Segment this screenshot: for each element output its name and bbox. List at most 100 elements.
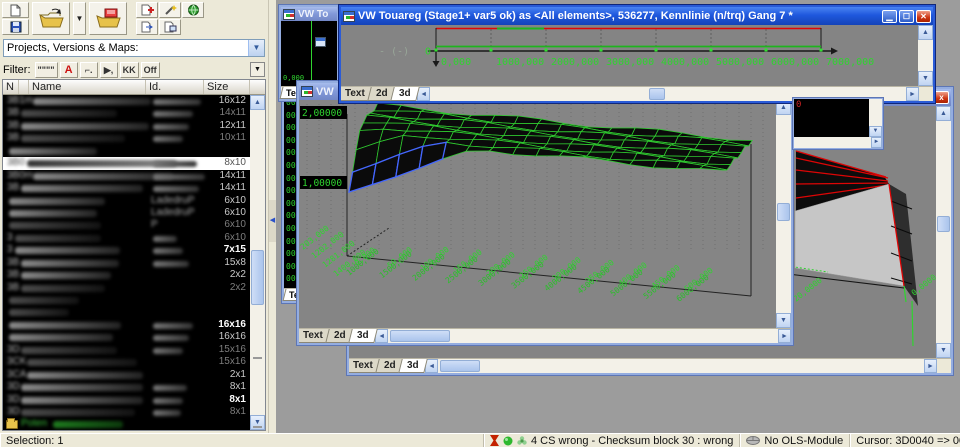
list-item[interactable]: 3D 15x16 (3, 344, 250, 356)
list-item[interactable] (3, 294, 250, 306)
open-dropdown-button[interactable]: ▼ (73, 2, 86, 35)
column-header-id[interactable]: Id. (146, 80, 204, 94)
list-item[interactable]: 3B 2x2 (3, 282, 250, 294)
tab-3d[interactable]: 3d (397, 359, 427, 373)
map-2d-view[interactable]: 0,000 (281, 21, 337, 86)
list-item[interactable]: 3B 12x11 (3, 120, 250, 132)
list-item[interactable]: 3D 8x1 (3, 406, 250, 418)
blurred-text (27, 359, 137, 367)
window-map-small[interactable]: 0 ▼ ► (792, 97, 884, 150)
list-item[interactable]: P 6x10 (3, 219, 250, 231)
filter-flag-button[interactable]: ▶, (99, 61, 118, 78)
tab-3d[interactable]: 3d (347, 329, 377, 343)
edit-map-button[interactable] (159, 19, 181, 35)
list-scroll-track[interactable] (250, 110, 265, 428)
tab-3d[interactable]: 3d (389, 87, 419, 101)
collapse-panel-arrow[interactable]: ◀ (269, 200, 276, 242)
window-map-3d-main[interactable]: VW 203,000 1202,000 1281,000 1400,000 0,000 5… (296, 80, 794, 346)
scroll-left-icon[interactable]: ◄ (417, 87, 431, 101)
window-kennlinie-active[interactable]: VW Touareg (Stage1+ var5 ok) as <All ele… (338, 4, 936, 104)
v-scrollbar[interactable]: ▲ ▼ (776, 100, 791, 328)
list-item[interactable]: 3D 8x1 (3, 381, 250, 393)
scroll-thumb[interactable] (777, 203, 790, 221)
list-item[interactable] (3, 306, 250, 318)
list-item[interactable]: Poten (3, 418, 250, 430)
column-header-sort[interactable] (19, 80, 29, 94)
list-item[interactable]: 3CA 2x1 (3, 369, 250, 381)
map-small-view[interactable]: 0 (794, 99, 869, 137)
list-item[interactable]: LadedruP 6x10 (3, 195, 250, 207)
maps-list-scrollbar[interactable]: ▲ ▼ (250, 95, 265, 430)
column-header-size[interactable]: Size (204, 80, 250, 94)
window-titlebar[interactable]: VW Touareg (Stage1+ var5 ok) as <All ele… (341, 7, 933, 25)
save-button[interactable] (2, 19, 29, 35)
minimize-icon[interactable]: ▁ (882, 9, 897, 23)
close-icon[interactable]: x (934, 91, 949, 104)
map-3d-view-main[interactable]: 203,000 1202,000 1281,000 1400,000 0,000 50,0… (299, 100, 776, 328)
column-header-name[interactable]: Name (29, 80, 146, 94)
kennlinie-2d-view[interactable]: 0,000 1000,000 2000,000 3000,000 4000,000 500… (341, 25, 918, 86)
h-scroll-track[interactable] (438, 359, 924, 373)
list-item[interactable]: 3B1m 16x12 (3, 95, 250, 107)
list-item[interactable]: 3D 8x1 (3, 394, 250, 406)
scroll-left-icon[interactable]: ◄ (425, 359, 439, 373)
add-version-button[interactable] (136, 2, 158, 18)
close-icon[interactable]: ✕ (916, 9, 931, 23)
scroll-right-icon[interactable]: ► (871, 137, 882, 148)
internet-button[interactable] (182, 2, 204, 18)
list-scroll-thumb[interactable] (251, 250, 264, 305)
list-item[interactable] (3, 145, 250, 157)
scroll-up-icon[interactable]: ▲ (250, 95, 265, 110)
scroll-right-icon[interactable]: ► (924, 359, 937, 373)
list-item[interactable]: LadedruP 6x10 (3, 207, 250, 219)
list-item[interactable]: 3 6x10 (3, 232, 250, 244)
map-wizard-button[interactable] (159, 2, 181, 18)
filter-kk-button[interactable]: KK (119, 61, 139, 78)
window-titlebar[interactable]: VW To (281, 7, 337, 21)
filter-selection-button[interactable]: ⌐. (79, 61, 98, 78)
list-item[interactable]: 3B 15x8 (3, 257, 250, 269)
maps-list-body[interactable]: 3B1m 16x12 3B 14x11 3B 12x11 3B 10x11 3B0 8x10 3B0… (3, 95, 250, 430)
scroll-down-icon[interactable]: ▼ (869, 126, 882, 137)
list-item[interactable]: 3CK 15x16 (3, 356, 250, 368)
open-project-button[interactable] (32, 2, 70, 35)
import-file-button[interactable] (89, 2, 127, 35)
panel-splitter[interactable]: ◀ (268, 0, 276, 433)
v-scrollbar[interactable]: ▲ ▼ (918, 25, 933, 86)
h-scrollbar[interactable]: ► (794, 137, 882, 148)
scroll-thumb[interactable] (937, 216, 950, 232)
combo-dropdown-icon[interactable]: ▼ (248, 40, 264, 56)
scroll-right-icon[interactable]: ► (906, 87, 919, 101)
list-item[interactable]: 3B 2x2 (3, 269, 250, 281)
h-scroll-thumb[interactable] (390, 330, 451, 342)
scroll-up-icon[interactable]: ▲ (936, 106, 951, 121)
h-scroll-thumb[interactable] (440, 360, 481, 372)
h-scroll-track[interactable] (388, 329, 778, 343)
list-item[interactable]: 3B 10x11 (3, 132, 250, 144)
view-selector-combo[interactable]: Projects, Versions & Maps: ▼ (3, 39, 265, 57)
scroll-up-icon[interactable]: ▲ (918, 25, 933, 40)
scroll-right-icon[interactable]: ► (778, 329, 791, 343)
scroll-down-icon[interactable]: ▼ (776, 313, 791, 328)
scroll-down-icon[interactable]: ▼ (918, 71, 933, 86)
list-item[interactable]: 3B 14x11 (3, 182, 250, 194)
v-scrollbar[interactable]: ▼ (869, 99, 882, 137)
scroll-left-icon[interactable]: ◄ (375, 329, 389, 343)
filter-more-dropdown[interactable]: ▼ (250, 62, 265, 77)
column-header-n[interactable]: N (3, 80, 19, 94)
v-scrollbar[interactable]: ▲ ▼ (936, 106, 951, 358)
filter-marks-button[interactable]: """" (34, 61, 58, 78)
add-window-button[interactable] (136, 19, 158, 35)
list-item[interactable]: 3B 14x11 (3, 107, 250, 119)
list-item[interactable]: 3B0m 14x11 (3, 170, 250, 182)
list-item[interactable]: 16x16 (3, 331, 250, 343)
list-item[interactable]: 3 7x15 (3, 244, 250, 256)
scroll-down-icon[interactable]: ▼ (936, 343, 951, 358)
filter-off-button[interactable]: Off (140, 61, 160, 78)
maximize-icon[interactable]: ☐ (899, 9, 914, 23)
new-project-button[interactable] (2, 2, 29, 18)
list-item-selected[interactable]: 3B0 8x10 (3, 157, 250, 170)
h-scroll-thumb[interactable] (649, 88, 666, 100)
filter-axis-button[interactable]: A (59, 61, 78, 78)
list-item[interactable]: 16x16 (3, 319, 250, 331)
